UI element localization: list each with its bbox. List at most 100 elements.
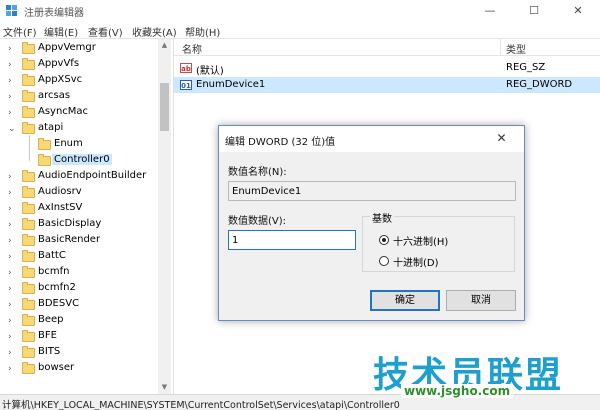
expand-icon[interactable]: › (8, 188, 16, 198)
tree-item-bdesvc[interactable]: › BDESVC (0, 297, 160, 313)
base-group-title: 基数 (370, 210, 394, 225)
value-name: EnumDevice1 (196, 79, 266, 90)
tree-item-label: BasicDisplay (38, 218, 102, 229)
tree-item-enum[interactable]: Enum (0, 137, 160, 153)
folder-icon (22, 266, 35, 278)
expand-icon[interactable]: › (8, 236, 16, 246)
menu-favorites[interactable]: 收藏夹(A) (132, 24, 177, 39)
folder-icon (22, 362, 35, 374)
hex-radio[interactable] (379, 235, 389, 245)
value-name: (默认) (196, 66, 224, 77)
title-bar: 注册表编辑器 — ☐ ✕ (0, 0, 600, 22)
tree-item-bcmfn[interactable]: › bcmfn (0, 265, 160, 281)
minimize-button[interactable]: — (468, 0, 512, 22)
scrollbar-thumb[interactable] (160, 83, 169, 131)
registry-editor-window: 注册表编辑器 — ☐ ✕ 文件(F) 编辑(E) 查看(V) 收藏夹(A) 帮助… (0, 0, 600, 410)
tree-item-basicrender[interactable]: › BasicRender (0, 233, 160, 249)
tree-scrollbar[interactable]: ▲ ▼ (158, 39, 171, 394)
value-list-header: 名称 类型 (174, 39, 600, 56)
expand-icon[interactable]: › (8, 332, 16, 342)
folder-icon (22, 58, 35, 70)
tree-item-atapi[interactable]: ⌄ atapi (0, 121, 160, 137)
expand-icon[interactable]: › (8, 220, 16, 230)
tree-item-label: Enum (54, 138, 83, 149)
menu-view[interactable]: 查看(V) (88, 24, 123, 39)
expand-icon[interactable]: › (8, 348, 16, 358)
expand-icon[interactable]: › (8, 316, 16, 326)
tree-item-appvvfs[interactable]: › AppvVfs (0, 57, 160, 73)
tree-item-label: bowser (38, 362, 75, 373)
folder-icon (22, 314, 35, 326)
value-data-input[interactable]: 1 (228, 230, 356, 250)
tree-item-label: Controller0 (52, 154, 112, 165)
tree-item-bcmfn2[interactable]: › bcmfn2 (0, 281, 160, 297)
expand-icon[interactable]: › (8, 300, 16, 310)
menu-bar: 文件(F) 编辑(E) 查看(V) 收藏夹(A) 帮助(H) (0, 22, 600, 39)
scroll-down-icon[interactable]: ▼ (158, 381, 171, 394)
tree-item-controller0[interactable]: Controller0 (0, 153, 160, 169)
dec-radio[interactable] (379, 256, 389, 266)
tree-item-appxsvc[interactable]: › AppXSvc (0, 73, 160, 89)
expand-icon[interactable]: › (8, 268, 16, 278)
folder-icon (22, 282, 35, 294)
dec-radio-label[interactable]: 十进制(D) (393, 254, 439, 269)
value-row-enumdevice1[interactable]: 01 EnumDevice1 REG_DWORD (174, 77, 600, 93)
ok-button[interactable]: 确定 (370, 290, 440, 311)
column-divider[interactable] (500, 39, 501, 55)
value-type: REG_DWORD (506, 79, 573, 90)
tree-item-bowser[interactable]: › bowser (0, 361, 160, 377)
menu-edit[interactable]: 编辑(E) (44, 24, 78, 39)
expand-icon[interactable]: › (8, 284, 16, 294)
tree-item-audioendpointbuilder[interactable]: › AudioEndpointBuilder (0, 169, 160, 185)
folder-icon (22, 122, 35, 134)
value-data-label: 数值数据(V): (228, 216, 287, 227)
folder-icon (22, 346, 35, 358)
menu-help[interactable]: 帮助(H) (185, 24, 220, 39)
watermark-url: www.jsgho.com (401, 384, 514, 398)
folder-icon (22, 250, 35, 262)
menu-file[interactable]: 文件(F) (3, 24, 37, 39)
column-header-name[interactable]: 名称 (182, 41, 202, 56)
cancel-button[interactable]: 取消 (446, 290, 516, 311)
expand-icon[interactable]: › (8, 108, 16, 118)
tree-item-appvvemgr[interactable]: › AppvVemgr (0, 41, 160, 57)
hex-radio-label[interactable]: 十六进制(H) (393, 233, 448, 248)
tree-item-label: atapi (38, 122, 64, 133)
expand-icon[interactable]: › (8, 76, 16, 86)
expand-icon[interactable]: › (8, 364, 16, 374)
expand-icon[interactable]: › (8, 204, 16, 214)
expand-icon[interactable]: › (8, 92, 16, 102)
collapse-icon[interactable]: ⌄ (8, 124, 16, 134)
dialog-close-button[interactable]: ✕ (479, 126, 524, 150)
scroll-up-icon[interactable]: ▲ (158, 39, 171, 52)
string-value-icon: ab (180, 63, 192, 73)
expand-icon[interactable]: › (8, 252, 16, 262)
tree-item-bits[interactable]: › BITS (0, 345, 160, 361)
expand-icon[interactable]: › (8, 60, 16, 70)
tree-item-battc[interactable]: › BattC (0, 249, 160, 265)
tree-item-bfe[interactable]: › BFE (0, 329, 160, 345)
tree-item-label: arcsas (38, 90, 71, 101)
tree-item-label: AppXSvc (38, 74, 83, 85)
column-header-type[interactable]: 类型 (506, 41, 526, 56)
value-row-default[interactable]: ab (默认) REG_SZ (174, 60, 600, 77)
tree-item-label: BFE (38, 330, 57, 341)
status-path: 计算机\HKEY_LOCAL_MACHINE\SYSTEM\CurrentCon… (2, 400, 400, 410)
tree-item-axinstsv[interactable]: › AxInstSV (0, 201, 160, 217)
maximize-button[interactable]: ☐ (512, 0, 556, 22)
tree-item-arcsas[interactable]: › arcsas (0, 89, 160, 105)
expand-icon[interactable]: › (8, 172, 16, 182)
tree-item-audiosrv[interactable]: › Audiosrv (0, 185, 160, 201)
tree-item-asyncmac[interactable]: › AsyncMac (0, 105, 160, 121)
tree-item-label: BITS (38, 346, 61, 357)
dialog-title-bar[interactable]: 编辑 DWORD (32 位)值 ✕ (219, 126, 524, 152)
key-tree: › AppvVemgr › AppvVfs › AppXSvc › arcsas… (0, 39, 172, 394)
tree-item-basicdisplay[interactable]: › BasicDisplay (0, 217, 160, 233)
expand-icon[interactable]: › (8, 44, 16, 54)
value-name-label: 数值名称(N): (228, 167, 287, 178)
tree-item-beep[interactable]: › Beep (0, 313, 160, 329)
close-button[interactable]: ✕ (556, 0, 600, 22)
tree-item-label: AppvVfs (38, 58, 80, 69)
folder-icon (22, 298, 35, 310)
value-name-field: EnumDevice1 (228, 181, 516, 201)
